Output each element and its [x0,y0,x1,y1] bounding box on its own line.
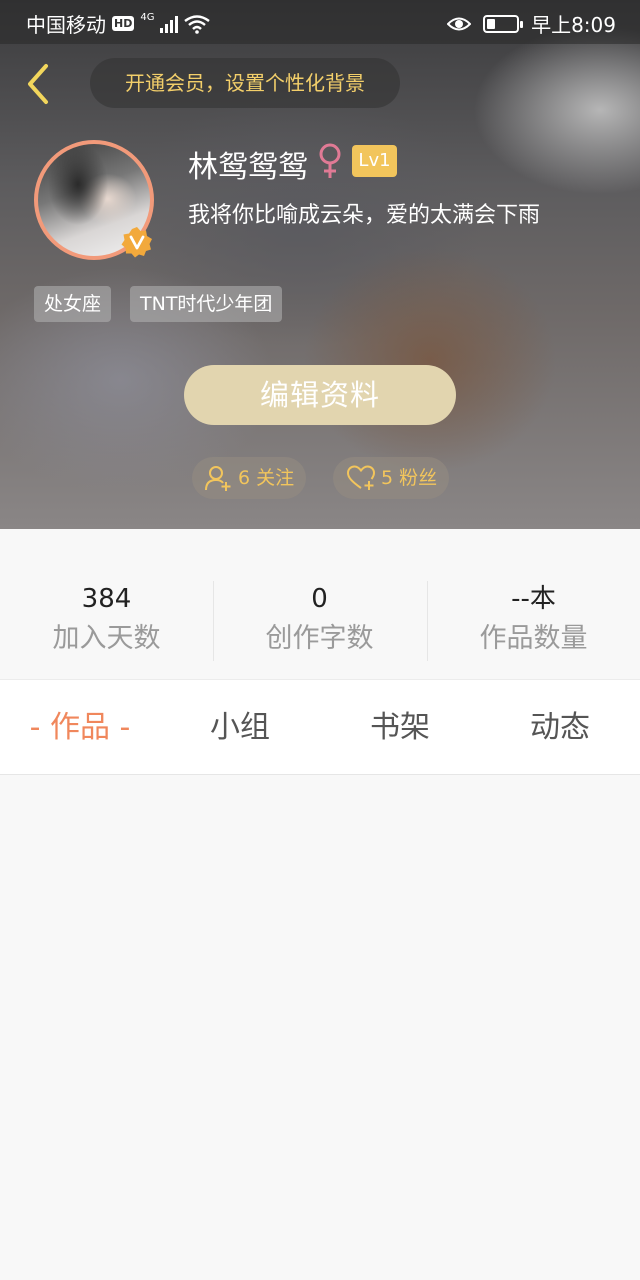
status-left: 中国移动 HD 4G [26,9,211,38]
tab-groups[interactable]: 小组 [160,680,320,776]
stats-panel: 384 加入天数 0 创作字数 --本 作品数量 [0,529,640,677]
wifi-icon [184,14,211,34]
following-button[interactable]: 6 关注 [192,457,306,499]
signature-text: 我将你比喻成云朵，爱的太满会下雨 [188,203,541,228]
eye-icon [447,17,472,30]
add-user-icon [205,466,231,491]
profile-tabs: - 作品 - 小组 书架 动态 [0,679,640,775]
stat-label: 作品数量 [479,623,588,654]
heart-plus-icon [347,465,375,490]
verified-v-badge-icon [121,227,152,258]
followers-count: 5 粉丝 [381,467,438,489]
battery-icon [483,14,524,33]
status-right: 早上8:09 [447,9,616,38]
carrier-name: 中国移动 [26,13,106,37]
followers-button[interactable]: 5 粉丝 [333,457,449,499]
status-bar: 中国移动 HD 4G 早上8:09 [0,0,640,44]
stat-label: 创作字数 [265,623,374,654]
tab-bookshelf[interactable]: 书架 [320,680,480,776]
stat-value: 384 [81,584,132,614]
signal-icon [160,15,179,33]
tag-zodiac[interactable]: 处女座 [34,286,112,322]
tab-content-area [0,776,640,1280]
tab-activity[interactable]: 动态 [480,680,640,776]
status-time: 早上8:09 [531,13,616,37]
stat-word-count: 0 创作字数 [213,581,426,661]
edit-profile-button[interactable]: 编辑资料 [184,365,456,425]
username: 林鸳鸳鸳 [188,150,308,185]
stat-value: 0 [311,584,328,614]
network-type: 4G [140,12,155,23]
stat-label: 加入天数 [52,623,161,654]
vip-background-banner[interactable]: 开通会员，设置个性化背景 [90,58,400,108]
level-badge: Lv1 [352,145,397,177]
tab-works[interactable]: - 作品 - [0,680,160,776]
back-chevron-icon[interactable] [20,60,60,108]
female-icon [319,143,341,178]
hd-badge: HD [112,16,135,31]
stat-value: --本 [511,584,556,614]
stat-join-days: 384 加入天数 [0,581,213,661]
profile-header: 中国移动 HD 4G 早上8:09 开通会员，设置个性化背景 林鸳鸳鸳 Lv1 … [0,0,640,529]
stat-works-count: --本 作品数量 [427,581,640,661]
tag-fandom[interactable]: TNT时代少年团 [130,286,283,322]
following-count: 6 关注 [238,467,295,489]
